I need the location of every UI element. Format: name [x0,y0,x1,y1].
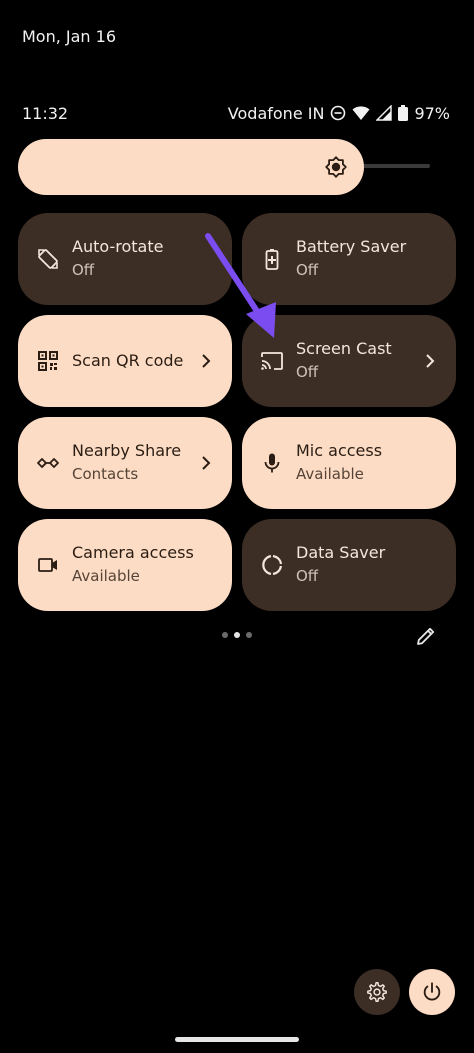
dnd-icon [331,105,346,121]
tile-status: Available [296,465,364,483]
tile-scan-qr-code[interactable]: Scan QR code [18,315,232,407]
battery-icon [398,105,409,121]
date-label: Mon, Jan 16 [22,27,117,46]
carrier-label: Vodafone IN [227,103,325,123]
tile-auto-rotate[interactable]: Auto-rotate Off [18,213,232,305]
tile-label: Mic access [296,441,383,460]
power-button[interactable] [409,969,455,1015]
gear-icon [367,982,387,1002]
status-bar: 11:32 Vodafone IN 97% [22,102,450,124]
tile-label: Battery Saver [296,237,407,256]
quick-settings-screen: Mon, Jan 16 11:32 Vodafone IN 97% Auto-r… [0,0,474,1053]
tile-status: Off [72,261,95,279]
nearby-share-icon [37,458,59,468]
brightness-icon [325,156,347,178]
tile-label: Screen Cast [296,339,392,358]
page-indicator [222,632,252,638]
cast-icon [261,352,283,370]
qr-code-icon [38,351,58,371]
chevron-right-icon [202,354,211,368]
chevron-right-icon [202,456,211,470]
rotate-icon [38,249,58,269]
tile-status: Off [296,567,319,585]
tile-label: Scan QR code [72,351,184,370]
tile-label: Auto-rotate [72,237,164,256]
power-icon [423,982,441,1001]
mic-icon [264,453,280,473]
chevron-right-icon [426,354,435,368]
gesture-home-bar[interactable] [175,1037,299,1042]
status-time: 11:32 [22,103,69,123]
data-saver-icon [262,555,283,575]
tile-battery-saver[interactable]: Battery Saver Off [242,213,456,305]
tile-label: Camera access [72,543,194,562]
tile-status: Available [72,567,140,585]
battery-saver-icon [265,249,279,270]
page-dot [246,632,252,638]
tile-camera-access[interactable]: Camera access Available [18,519,232,611]
tile-label: Nearby Share [72,441,182,460]
battery-percent: 97% [414,103,450,123]
tile-screen-cast[interactable]: Screen Cast Off [242,315,456,407]
tile-mic-access[interactable]: Mic access Available [242,417,456,509]
edit-pencil-icon[interactable] [414,624,438,648]
tile-nearby-share[interactable]: Nearby Share Contacts [18,417,232,509]
settings-button[interactable] [354,969,400,1015]
signal-icon [376,105,393,121]
page-dot [222,632,228,638]
wifi-icon [352,106,370,120]
tile-label: Data Saver [296,543,386,562]
tile-status: Off [296,261,319,279]
tile-status: Off [296,363,319,381]
tile-data-saver[interactable]: Data Saver Off [242,519,456,611]
status-icons: Vodafone IN 97% [228,104,450,123]
brightness-slider[interactable] [18,139,364,195]
page-dot-active [234,632,240,638]
camera-icon [38,558,57,572]
tile-status: Contacts [72,465,139,483]
